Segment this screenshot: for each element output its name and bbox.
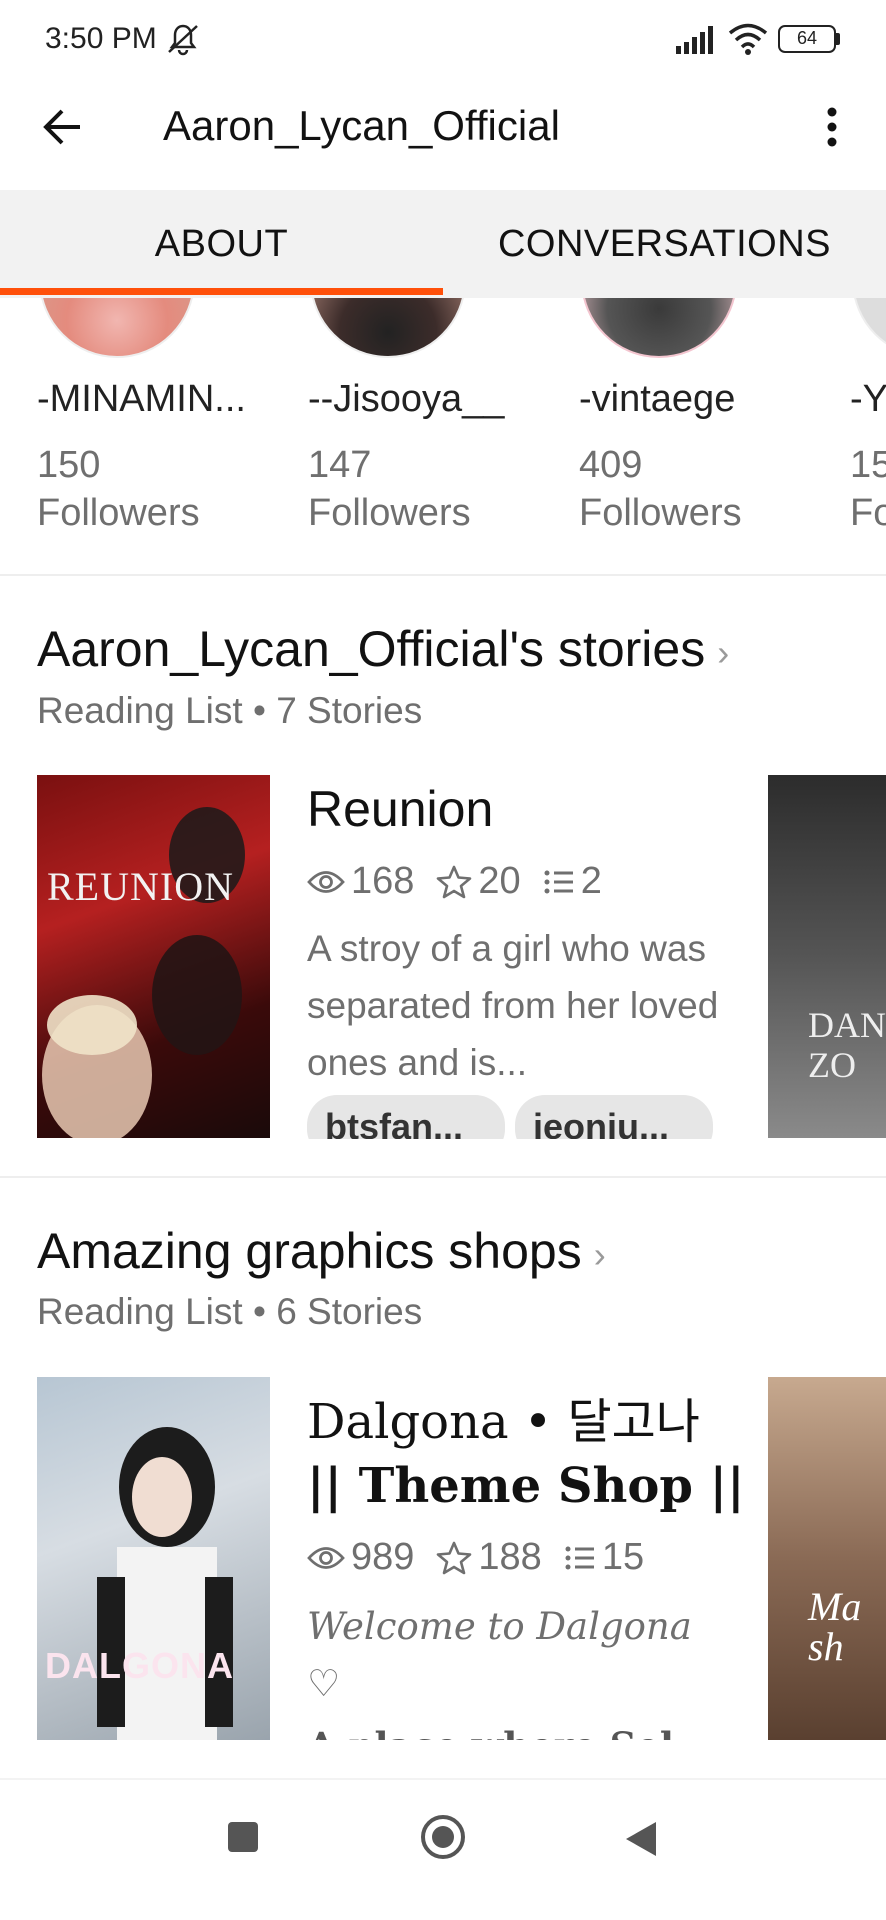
parts-count: 15 [601, 1536, 645, 1578]
follower-count: 147 [308, 444, 372, 486]
story-description: A stroy of a girl who was separated from… [307, 928, 719, 1083]
story-description: Welcome to Dalgona ♡ [307, 1605, 692, 1705]
follower-name: -MINAMIN... [37, 378, 246, 420]
tag-pill[interactable]: btsfan... [307, 1095, 505, 1139]
story-title[interactable]: Reunion [307, 780, 493, 838]
next-story-cover[interactable]: DAN ZO [768, 775, 886, 1138]
next-cover-title: DAN ZO [808, 1005, 886, 1085]
chevron-right-icon: › [717, 631, 730, 673]
tab-conversations[interactable]: CONVERSATIONS [443, 190, 886, 298]
follower-label: Followers [308, 492, 471, 534]
eye-icon [307, 1546, 345, 1569]
battery-level: 64 [796, 28, 818, 48]
system-nav-bar [0, 1778, 886, 1920]
reads-count: 989 [351, 1536, 415, 1578]
cover-title: REUNION [47, 864, 234, 909]
status-time: 3:50 PM [45, 22, 157, 55]
back-arrow-icon[interactable] [38, 102, 88, 152]
cover-title: DALGONA [45, 1645, 234, 1686]
followers-strip[interactable]: -MINAMIN... 150 Followers --Jisooya__ 14… [0, 298, 886, 574]
reading-list-subtitle: Reading List • 7 Stories [37, 690, 423, 731]
more-options-icon[interactable] [812, 102, 852, 152]
star-icon [437, 1541, 472, 1574]
star-icon [437, 865, 472, 898]
follower-count: 15 [850, 444, 886, 486]
wifi-icon [728, 23, 768, 55]
story-title-line2[interactable]: || Theme Shop || [307, 1458, 745, 1514]
reading-list-title[interactable]: Amazing graphics shops › [37, 1222, 606, 1280]
divider [0, 574, 886, 576]
chevron-right-icon: › [593, 1233, 606, 1275]
follower-name: -Y [850, 378, 886, 420]
battery-tip [836, 33, 840, 45]
tag-pill[interactable]: jeonju... [515, 1095, 713, 1139]
next-cover-title: Ma sh [808, 1584, 862, 1669]
reading-list-title-text: Amazing graphics shops [37, 1223, 582, 1279]
signal-icon [676, 26, 713, 54]
reading-list-title[interactable]: Aaron_Lycan_Official's stories › [37, 620, 729, 678]
tab-bar: ABOUT CONVERSATIONS [0, 190, 886, 298]
story-cover[interactable]: DALGONA [37, 1377, 270, 1740]
avatar [852, 298, 886, 358]
avatar [581, 298, 737, 358]
status-bar: 3:50 PM 64 [0, 0, 886, 80]
story-stats: 168 20 2 [307, 860, 624, 903]
story-description-cont: A place where Sel [307, 1718, 727, 1740]
cover-art [42, 807, 245, 1138]
list-icon [544, 870, 573, 893]
tag-list: btsfan... jeonju... [307, 1095, 723, 1139]
back-triangle-icon[interactable] [624, 1820, 658, 1858]
next-story-cover[interactable]: Ma sh [768, 1377, 886, 1740]
follower-name: --Jisooya__ [308, 378, 505, 420]
follower-label: Fo [850, 492, 886, 534]
follower-label: Followers [37, 492, 200, 534]
parts-count: 2 [580, 860, 602, 902]
reads-count: 168 [351, 860, 415, 902]
active-tab-indicator [0, 288, 443, 295]
mute-icon [168, 24, 198, 56]
story-cover[interactable]: REUNION [37, 775, 270, 1138]
app-bar: Aaron_Lycan_Official [0, 80, 886, 190]
story-title[interactable]: Dalgona • 달고나 [307, 1382, 700, 1452]
follower-name: -vintaege [579, 378, 736, 420]
divider [0, 1176, 886, 1178]
page-title: Aaron_Lycan_Official [163, 102, 560, 149]
follower-count: 150 [37, 444, 101, 486]
reading-list-title-text: Aaron_Lycan_Official's stories [37, 621, 706, 677]
votes-count: 20 [478, 860, 521, 902]
votes-count: 188 [478, 1536, 542, 1578]
recents-square-icon[interactable] [226, 1820, 260, 1854]
reading-list-subtitle: Reading List • 6 Stories [37, 1291, 423, 1332]
eye-icon [307, 870, 345, 893]
follower-count: 409 [579, 444, 643, 486]
avatar [39, 298, 195, 358]
story-stats: 989 188 15 [307, 1536, 666, 1579]
tab-about[interactable]: ABOUT [0, 190, 443, 298]
battery-icon: 64 [778, 25, 836, 53]
avatar [310, 298, 466, 358]
follower-label: Followers [579, 492, 742, 534]
list-icon [565, 1546, 594, 1569]
home-circle-icon[interactable] [420, 1814, 466, 1860]
